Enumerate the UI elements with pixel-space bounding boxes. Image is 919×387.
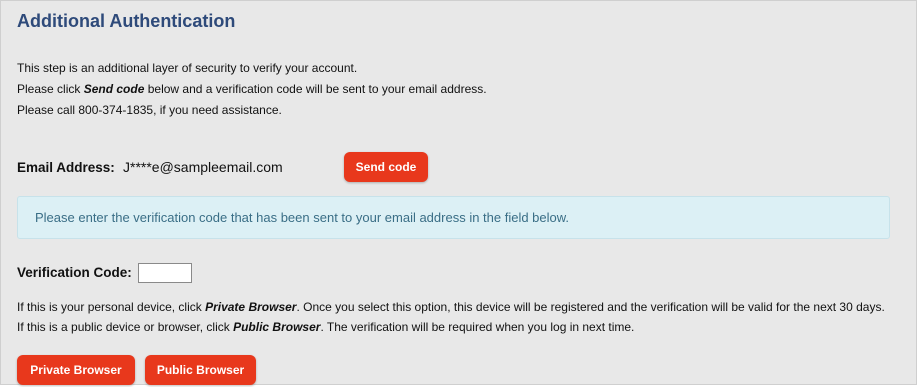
verification-code-input[interactable] [138,263,192,283]
verification-code-label: Verification Code: [17,265,132,280]
intro-line-2: Please click Send code below and a verif… [17,79,487,100]
public-note-prefix: If this is a public device or browser, c… [17,320,234,334]
private-browser-note: If this is your personal device, click P… [17,297,885,317]
intro-line-3: Please call 800-374-1835, if you need as… [17,103,282,117]
private-browser-button[interactable]: Private Browser [17,355,135,385]
public-note-emphasis: Public Browser [233,320,321,334]
browser-choice-notes: If this is your personal device, click P… [17,297,885,337]
intro-text: This step is an additional layer of secu… [17,58,487,121]
private-note-emphasis: Private Browser [205,300,297,314]
verification-info-alert: Please enter the verification code that … [17,196,890,239]
intro-line-2-suffix: below and a verification code will be se… [144,82,487,96]
public-browser-button[interactable]: Public Browser [145,355,256,385]
send-code-button[interactable]: Send code [344,152,428,182]
private-note-suffix: . Once you select this option, this devi… [296,300,885,314]
page-title: Additional Authentication [17,11,236,31]
intro-send-code-emphasis: Send code [83,82,145,96]
intro-line-2-prefix: Please click [17,82,84,96]
intro-line-1: This step is an additional layer of secu… [17,61,358,75]
email-address-label: Email Address: [17,160,115,175]
email-address-value: J****e@sampleemail.com [123,159,283,175]
verification-info-message: Please enter the verification code that … [35,210,570,225]
private-note-prefix: If this is your personal device, click [17,300,206,314]
public-browser-note: If this is a public device or browser, c… [17,317,885,337]
public-note-suffix: . The verification will be required when… [320,320,635,334]
authentication-panel: Additional Authentication This step is a… [0,0,917,385]
